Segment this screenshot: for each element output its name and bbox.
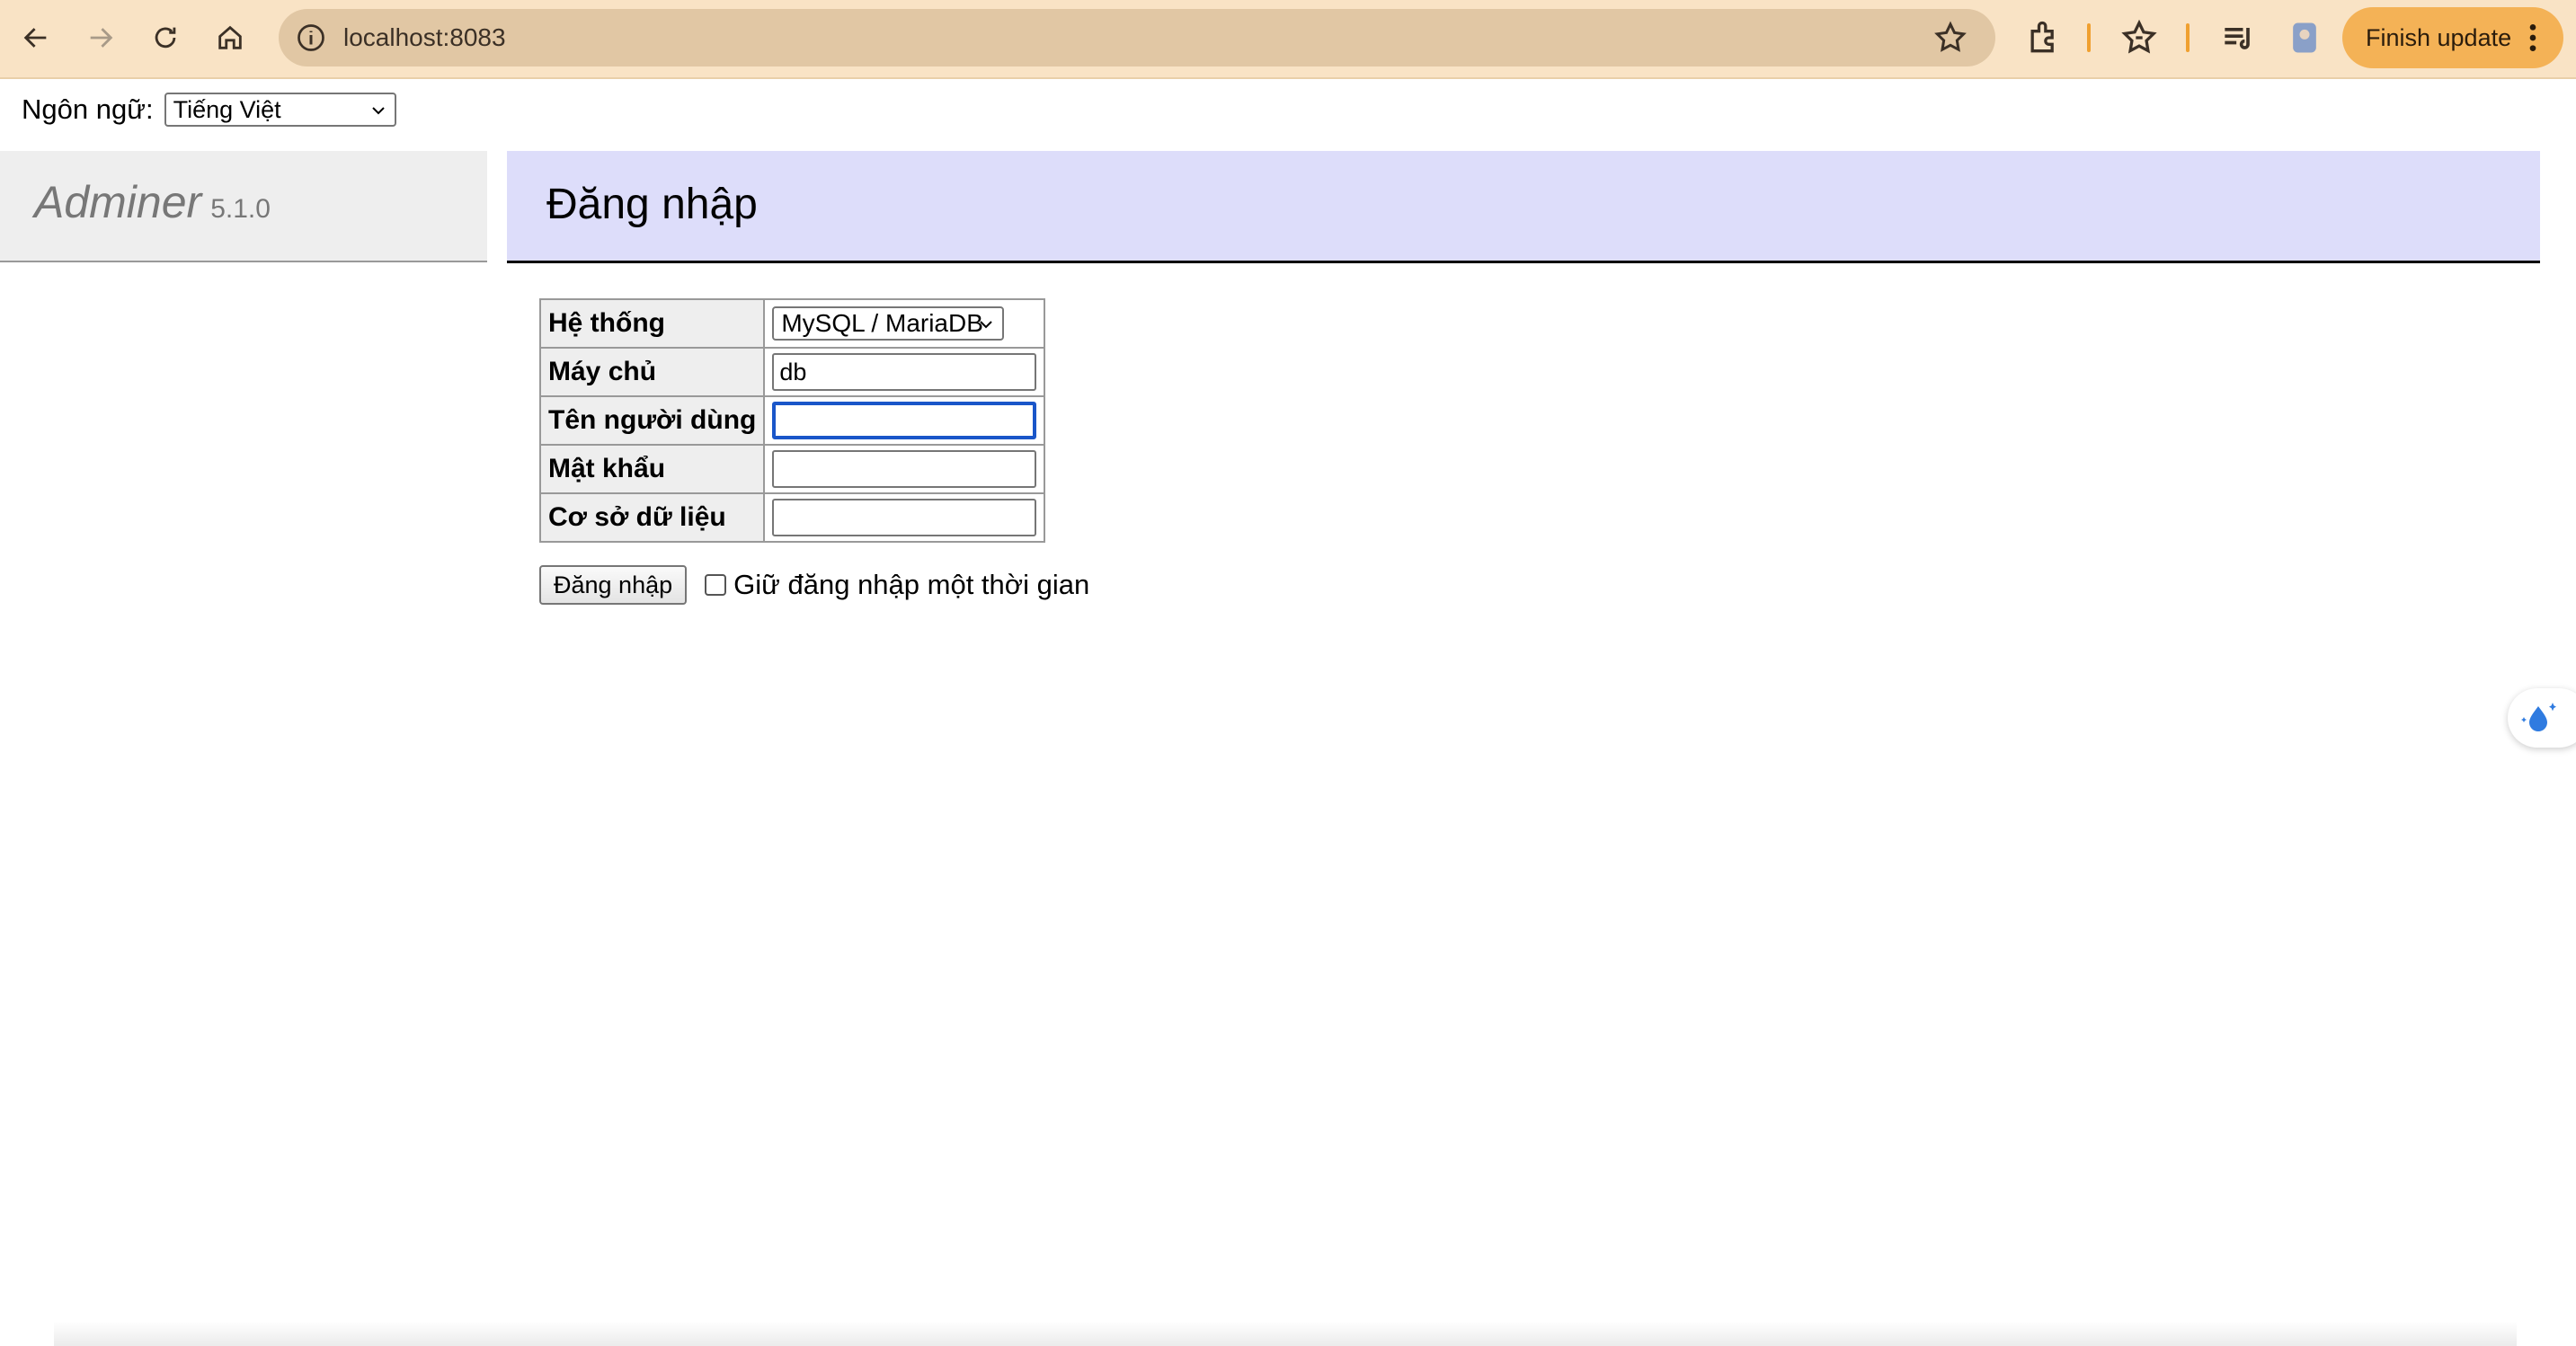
server-input[interactable]: db xyxy=(772,353,1037,391)
language-bar: Ngôn ngữ: Tiếng Việt xyxy=(22,90,396,129)
browser-toolbar: localhost:8083 Finish update xyxy=(0,0,2576,79)
table-row: Mật khẩu xyxy=(538,444,1046,494)
reload-button[interactable] xyxy=(142,14,189,61)
submit-row: Đăng nhập Giữ đăng nhập một thời gian xyxy=(539,564,1089,606)
sidebar: Adminer 5.1.0 xyxy=(0,151,487,262)
system-cell: MySQL / MariaDB xyxy=(763,298,1046,349)
system-select-value: MySQL / MariaDB xyxy=(781,309,983,337)
page-header: Đăng nhập xyxy=(507,151,2540,263)
bookmark-star-icon[interactable] xyxy=(1932,20,1968,56)
app-brand[interactable]: Adminer 5.1.0 xyxy=(34,176,271,228)
system-select[interactable]: MySQL / MariaDB xyxy=(772,306,1005,341)
database-label: Cơ sở dữ liệu xyxy=(538,492,766,543)
remember-label[interactable]: Giữ đăng nhập một thời gian xyxy=(733,569,1089,601)
reading-list-icon[interactable] xyxy=(2218,18,2258,58)
home-icon xyxy=(218,25,242,49)
table-row: Tên người dùng xyxy=(538,395,1046,446)
database-cell xyxy=(763,492,1046,543)
version-label: 5.1.0 xyxy=(210,194,271,224)
username-label: Tên người dùng xyxy=(538,395,766,446)
username-input[interactable] xyxy=(772,402,1037,439)
server-cell: db xyxy=(763,347,1046,397)
extensions-icon[interactable] xyxy=(2024,18,2064,58)
forward-button[interactable] xyxy=(77,14,124,61)
server-label: Máy chủ xyxy=(538,347,766,397)
password-cell xyxy=(763,444,1046,494)
brand-name: Adminer xyxy=(34,177,202,227)
address-bar[interactable]: localhost:8083 xyxy=(279,9,1995,66)
window-bottom-edge xyxy=(54,1321,2517,1346)
toolbar-separator xyxy=(2186,23,2190,52)
home-button[interactable] xyxy=(207,14,253,61)
login-form-table: Hệ thống MySQL / MariaDB Máy chủ db Tên … xyxy=(538,298,1046,543)
sparkle-drop-icon xyxy=(2521,703,2556,731)
table-row: Hệ thống MySQL / MariaDB xyxy=(538,298,1046,349)
table-row: Cơ sở dữ liệu xyxy=(538,492,1046,543)
username-cell xyxy=(763,395,1046,446)
side-panel-bubble[interactable] xyxy=(2508,688,2576,748)
url-text: localhost:8083 xyxy=(343,23,506,51)
login-button[interactable]: Đăng nhập xyxy=(539,565,688,605)
page-title: Đăng nhập xyxy=(546,181,758,228)
chevron-down-icon xyxy=(371,107,385,115)
finish-update-button[interactable]: Finish update xyxy=(2342,7,2563,68)
remember-checkbox[interactable] xyxy=(705,574,727,596)
language-label: Ngôn ngữ: xyxy=(22,93,154,125)
favorites-icon[interactable] xyxy=(2119,18,2159,58)
reload-icon xyxy=(155,27,176,49)
chevron-down-icon xyxy=(980,321,993,329)
profile-icon[interactable] xyxy=(2285,18,2324,58)
database-input[interactable] xyxy=(772,499,1037,536)
forward-icon xyxy=(90,28,113,48)
site-info-icon[interactable] xyxy=(295,22,327,54)
back-button[interactable] xyxy=(13,14,59,61)
more-menu-icon xyxy=(2529,24,2536,51)
language-select-value: Tiếng Việt xyxy=(173,96,281,123)
password-input[interactable] xyxy=(772,450,1037,488)
table-row: Máy chủ db xyxy=(538,347,1046,397)
system-label: Hệ thống xyxy=(538,298,766,349)
toolbar-separator xyxy=(2087,23,2091,52)
password-label: Mật khẩu xyxy=(538,444,766,494)
back-icon xyxy=(23,28,47,48)
language-select[interactable]: Tiếng Việt xyxy=(164,93,396,127)
